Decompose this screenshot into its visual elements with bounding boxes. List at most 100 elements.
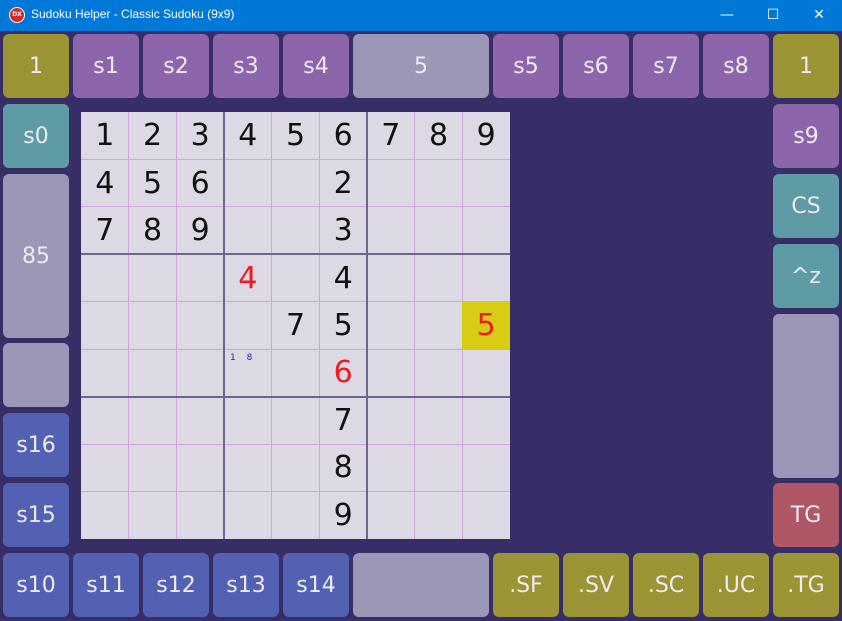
sudoku-cell[interactable]: 6 xyxy=(319,112,367,159)
sudoku-cell[interactable] xyxy=(367,444,415,491)
sudoku-cell[interactable] xyxy=(224,492,272,539)
sudoku-cell[interactable]: 2 xyxy=(129,112,177,159)
sudoku-cell[interactable]: 4 xyxy=(224,112,272,159)
sudoku-cell[interactable] xyxy=(415,302,463,349)
sudoku-cell[interactable]: 9 xyxy=(176,207,224,254)
sudoku-cell[interactable]: 9 xyxy=(319,492,367,539)
sudoku-cell[interactable] xyxy=(176,302,224,349)
top-number-button-right[interactable]: 1 xyxy=(773,34,839,98)
sudoku-cell[interactable] xyxy=(272,159,320,206)
sudoku-cell[interactable] xyxy=(129,444,177,491)
sudoku-cell[interactable] xyxy=(272,492,320,539)
top-number-button-left[interactable]: 1 xyxy=(3,34,69,98)
slot-s11-button[interactable]: s11 xyxy=(73,553,139,617)
sudoku-cell[interactable] xyxy=(81,397,129,444)
sc-button[interactable]: .SC xyxy=(633,553,699,617)
sudoku-cell[interactable] xyxy=(81,302,129,349)
cs-button[interactable]: CS xyxy=(773,174,839,238)
slot-s7-button[interactable]: s7 xyxy=(633,34,699,98)
sudoku-cell[interactable] xyxy=(462,444,510,491)
slot-s12-button[interactable]: s12 xyxy=(143,553,209,617)
sudoku-cell[interactable] xyxy=(272,207,320,254)
sudoku-cell[interactable] xyxy=(176,254,224,301)
sudoku-cell[interactable] xyxy=(415,444,463,491)
sudoku-cell[interactable]: 4 xyxy=(319,254,367,301)
sudoku-cell[interactable] xyxy=(462,159,510,206)
sudoku-cell[interactable] xyxy=(176,492,224,539)
sudoku-cell[interactable]: 5 xyxy=(462,301,510,350)
maximize-button[interactable]: ☐ xyxy=(750,0,796,31)
sudoku-cell[interactable] xyxy=(81,492,129,539)
sudoku-cell[interactable]: 3 xyxy=(319,207,367,254)
sudoku-cell[interactable] xyxy=(462,349,510,396)
sudoku-cell[interactable] xyxy=(129,349,177,396)
slot-s16-button[interactable]: s16 xyxy=(3,413,69,477)
sudoku-cell[interactable] xyxy=(415,207,463,254)
sudoku-cell[interactable] xyxy=(176,349,224,396)
sudoku-cell[interactable]: 5 xyxy=(129,159,177,206)
sudoku-cell[interactable] xyxy=(224,207,272,254)
sudoku-cell[interactable] xyxy=(176,444,224,491)
slot-s10-button[interactable]: s10 xyxy=(3,553,69,617)
sv-button[interactable]: .SV xyxy=(563,553,629,617)
sudoku-cell[interactable] xyxy=(367,492,415,539)
sudoku-cell[interactable] xyxy=(129,254,177,301)
sudoku-cell[interactable]: 5 xyxy=(319,302,367,349)
sudoku-cell[interactable]: 2 xyxy=(319,159,367,206)
sudoku-cell[interactable] xyxy=(367,159,415,206)
sudoku-cell[interactable] xyxy=(462,397,510,444)
sudoku-cell[interactable] xyxy=(272,397,320,444)
sudoku-cell[interactable]: 4 xyxy=(81,159,129,206)
sudoku-cell[interactable] xyxy=(224,159,272,206)
close-button[interactable]: ✕ xyxy=(796,0,842,31)
sudoku-cell[interactable]: 5 xyxy=(272,112,320,159)
sudoku-cell[interactable] xyxy=(129,397,177,444)
sudoku-cell[interactable] xyxy=(129,302,177,349)
slot-s1-button[interactable]: s1 xyxy=(73,34,139,98)
uc-button[interactable]: .UC xyxy=(703,553,769,617)
sudoku-cell[interactable] xyxy=(367,254,415,301)
slot-s13-button[interactable]: s13 xyxy=(213,553,279,617)
sudoku-cell[interactable] xyxy=(462,254,510,301)
sudoku-cell[interactable]: 8 xyxy=(319,444,367,491)
slot-s9-button[interactable]: s9 xyxy=(773,104,839,168)
sudoku-cell[interactable]: 6 xyxy=(176,159,224,206)
sudoku-cell[interactable] xyxy=(272,444,320,491)
tg-bottom-button[interactable]: .TG xyxy=(773,553,839,617)
sudoku-cell[interactable] xyxy=(367,397,415,444)
tg-button[interactable]: TG xyxy=(773,483,839,547)
sudoku-cell[interactable] xyxy=(415,159,463,206)
sudoku-cell[interactable] xyxy=(272,254,320,301)
sudoku-cell[interactable]: 9 xyxy=(462,112,510,159)
sudoku-cell[interactable]: 7 xyxy=(367,112,415,159)
sudoku-cell[interactable] xyxy=(367,349,415,396)
sudoku-cell[interactable]: 8 xyxy=(415,112,463,159)
undo-button[interactable]: ^z xyxy=(773,244,839,308)
sudoku-cell[interactable] xyxy=(272,349,320,396)
slot-s5-button[interactable]: s5 xyxy=(493,34,559,98)
slot-s6-button[interactable]: s6 xyxy=(563,34,629,98)
sudoku-cell[interactable] xyxy=(81,444,129,491)
slot-s15-button[interactable]: s15 xyxy=(3,483,69,547)
sudoku-cell[interactable]: 8 xyxy=(129,207,177,254)
slot-s2-button[interactable]: s2 xyxy=(143,34,209,98)
sudoku-cell[interactable] xyxy=(176,397,224,444)
sudoku-cell[interactable]: 3 xyxy=(176,112,224,159)
sudoku-cell[interactable] xyxy=(224,302,272,349)
sudoku-cell[interactable]: 7 xyxy=(81,207,129,254)
sudoku-cell[interactable] xyxy=(415,492,463,539)
minimize-button[interactable]: — xyxy=(704,0,750,31)
sudoku-cell[interactable] xyxy=(415,254,463,301)
slot-s8-button[interactable]: s8 xyxy=(703,34,769,98)
sudoku-cell[interactable] xyxy=(415,397,463,444)
sudoku-cell[interactable] xyxy=(81,349,129,396)
sf-button[interactable]: .SF xyxy=(493,553,559,617)
sudoku-cell[interactable]: 6 xyxy=(319,349,367,396)
sudoku-cell[interactable]: 7 xyxy=(272,302,320,349)
slot-s4-button[interactable]: s4 xyxy=(283,34,349,98)
sudoku-cell[interactable]: 4 xyxy=(224,254,272,301)
sudoku-cell[interactable] xyxy=(367,207,415,254)
sudoku-cell[interactable] xyxy=(415,349,463,396)
sudoku-cell[interactable] xyxy=(462,492,510,539)
slot-s3-button[interactable]: s3 xyxy=(213,34,279,98)
